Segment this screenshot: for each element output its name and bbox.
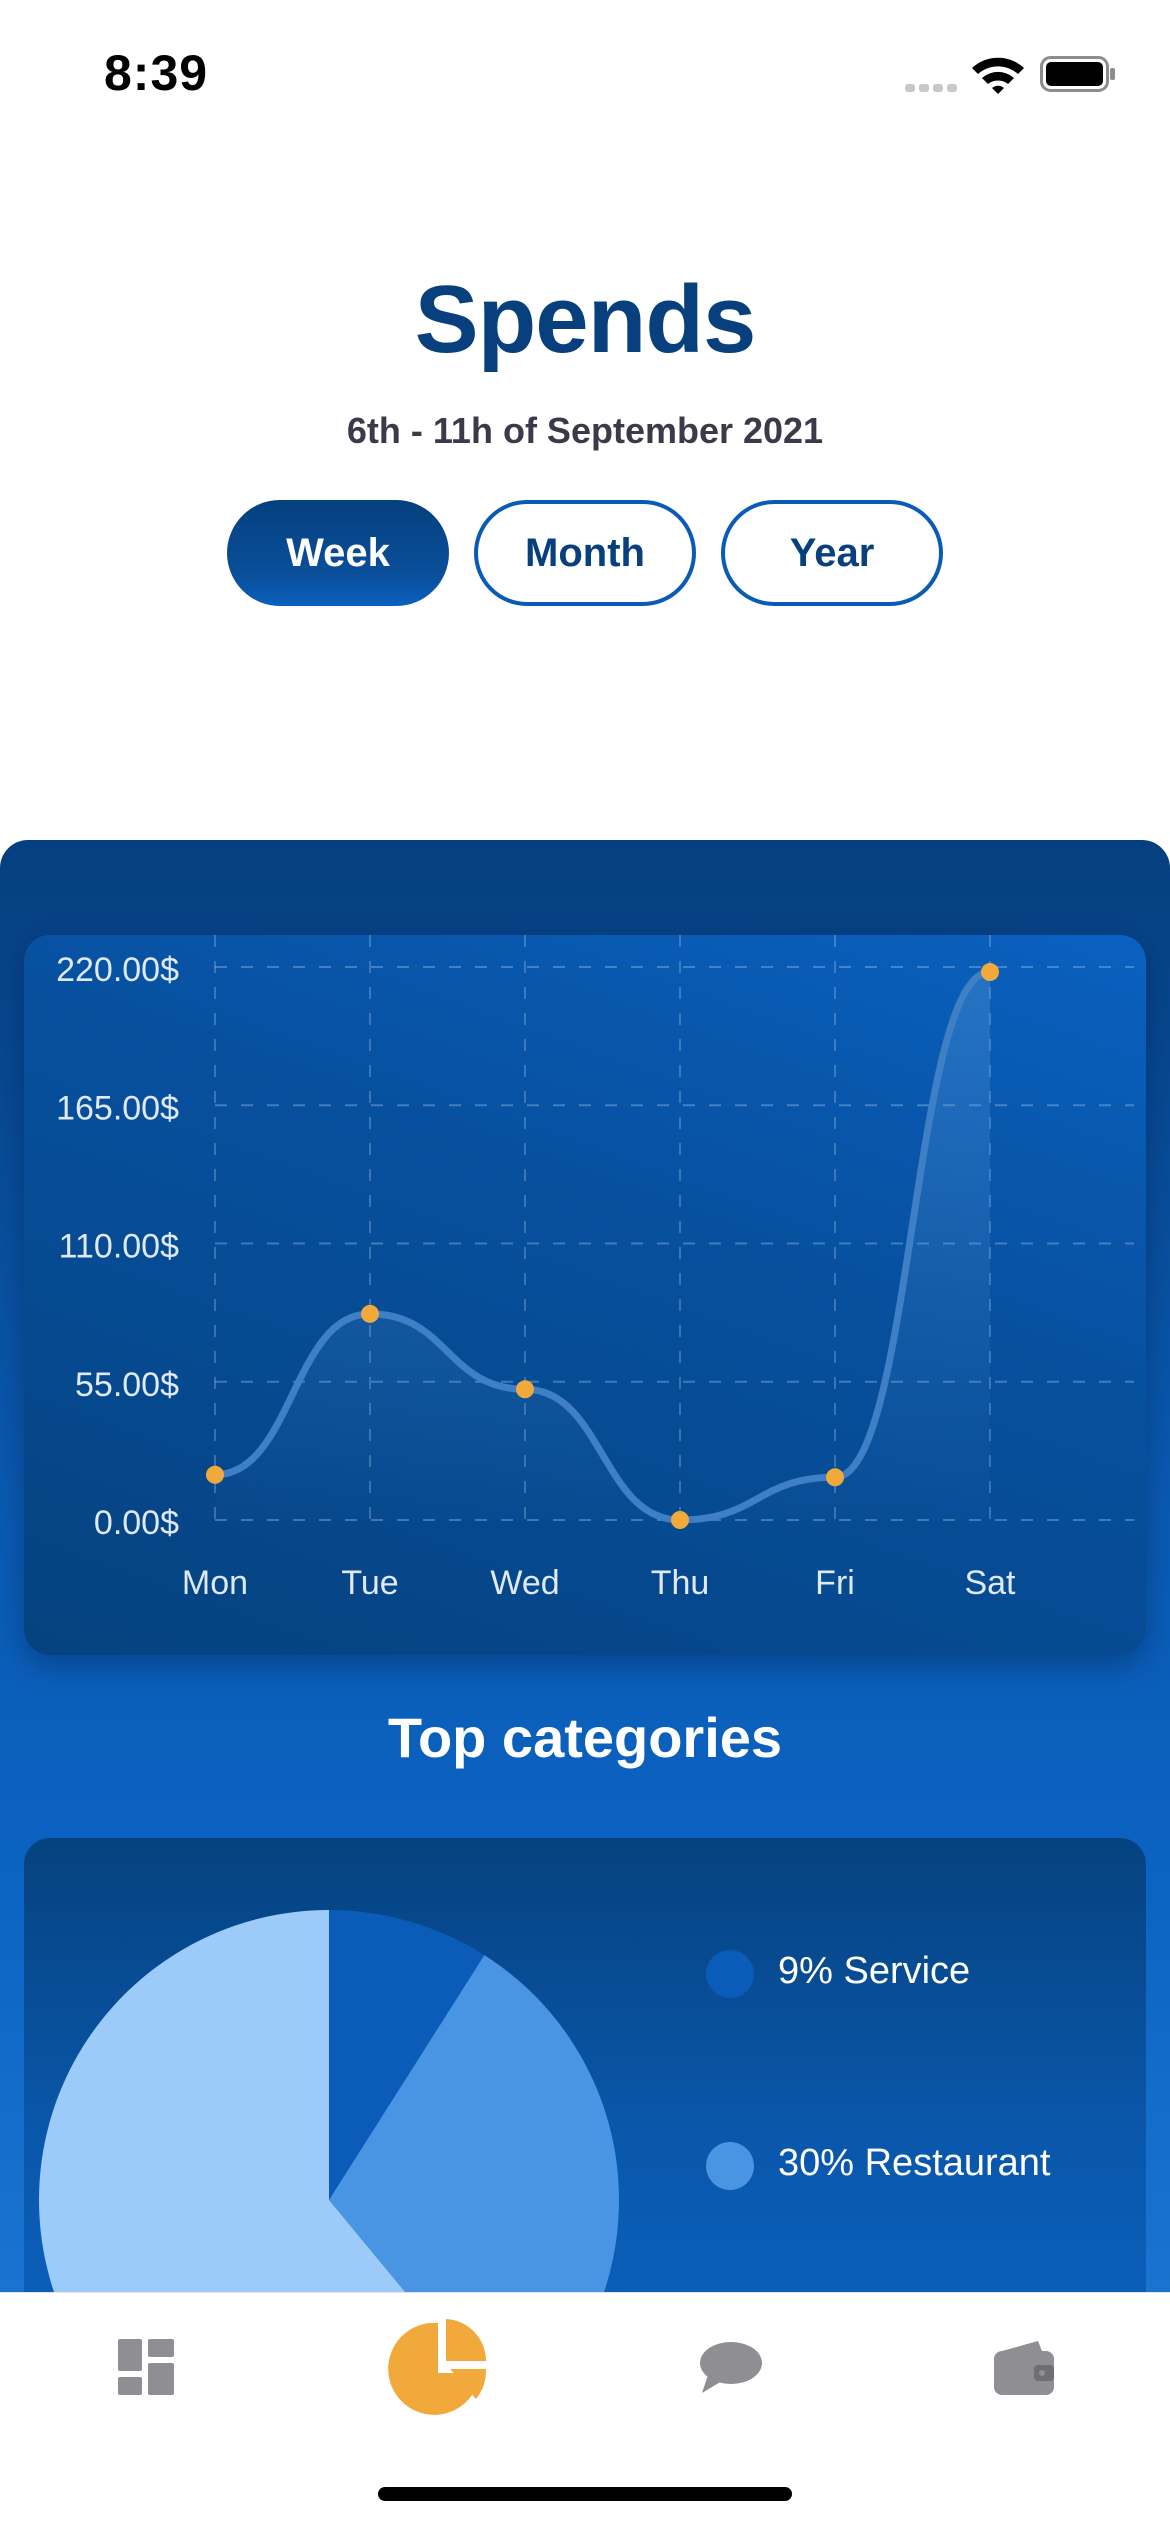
x-tick-label: Thu [651,1564,710,1602]
y-tick-label: 165.00$ [56,1089,179,1127]
tab-week[interactable]: Week [227,500,449,606]
data-point[interactable] [516,1380,534,1399]
pie-chart-icon[interactable] [388,2315,492,2419]
chat-bubble-icon[interactable] [698,2341,764,2395]
bottom-tab-bar [0,2292,1170,2533]
categories-pie-chart [39,1910,619,2358]
legend-label-restaurant: 30% Restaurant [778,2142,1051,2184]
spends-line-chart-card: 220.00$ 165.00$ 110.00$ 55.00$ 0.00$ Mon Tue W… [24,935,1146,1655]
top-categories-card: 9% Service 30% Restaurant [24,1838,1146,2358]
wallet-icon[interactable] [994,2339,1054,2395]
y-tick-label: 220.00$ [56,951,179,989]
top-categories-title: Top categories [387,1706,783,1769]
home-indicator [378,2487,792,2501]
dashboard-icon[interactable] [118,2339,174,2395]
status-time: 8:39 [104,45,209,101]
spends-line-chart: 220.00$ 165.00$ 110.00$ 55.00$ 0.00$ Mon Tue W… [56,935,1134,1602]
series-area [215,972,990,1520]
y-tick-label: 55.00$ [75,1366,179,1404]
status-bar: 8:39 [0,0,1170,150]
data-point[interactable] [361,1304,379,1323]
legend-dot-service [706,1950,754,1998]
legend-label-service: 9% Service [778,1950,971,1992]
data-point[interactable] [671,1511,689,1529]
data-point[interactable] [206,1465,224,1484]
y-tick-label: 0.00$ [94,1504,179,1542]
legend-dot-restaurant [706,2142,754,2190]
tab-month[interactable]: Month [474,500,696,606]
tab-year[interactable]: Year [721,500,943,606]
battery-icon [1040,56,1115,92]
data-point[interactable] [826,1468,844,1487]
data-point[interactable] [981,963,999,982]
page-title: Spends [414,266,757,373]
date-range-subtitle: 6th - 11h of September 2021 [346,410,824,451]
y-tick-label: 110.00$ [59,1228,179,1266]
period-segmented-control: Week Month Year [227,500,943,606]
x-tick-label: Fri [815,1564,855,1602]
cellular-signal-icon [905,84,957,92]
x-tick-label: Wed [490,1564,559,1602]
x-tick-label: Mon [182,1564,248,1602]
wifi-icon [972,57,1024,94]
x-tick-label: Tue [341,1564,398,1602]
x-tick-label: Sat [964,1564,1016,1602]
